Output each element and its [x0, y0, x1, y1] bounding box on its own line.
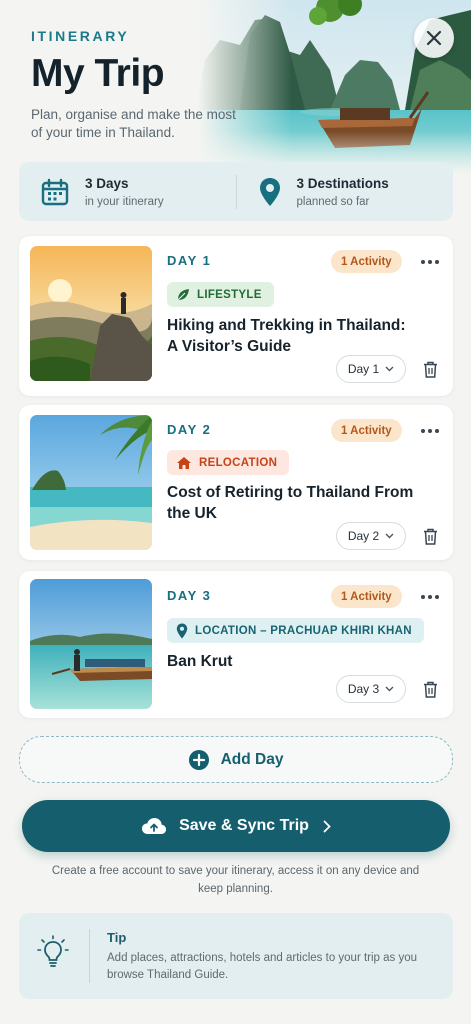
day-card-1[interactable]: DAY 1 1 Activity LIFESTYLE Hiking and Tr… — [19, 236, 453, 396]
more-options-button[interactable] — [420, 423, 440, 439]
category-tag: LIFESTYLE — [167, 282, 274, 307]
cloud-upload-icon — [142, 818, 167, 834]
destinations-stat: 3 Destinations planned so far — [237, 176, 454, 208]
day-2-thumbnail — [30, 415, 152, 550]
activity-count-badge: 1 Activity — [331, 585, 402, 608]
more-horizontal-icon — [421, 260, 439, 264]
day-3-thumbnail — [30, 579, 152, 709]
longtail-boat-photo — [30, 579, 152, 709]
article-title[interactable]: Ban Krut — [167, 651, 417, 672]
activity-count-badge: 1 Activity — [331, 250, 402, 273]
day-label: DAY 3 — [167, 588, 212, 603]
delete-button[interactable] — [421, 679, 439, 699]
lightbulb-icon — [37, 935, 69, 967]
day-label: DAY 1 — [167, 253, 212, 268]
map-pin-icon — [259, 177, 280, 206]
delete-button[interactable] — [421, 359, 439, 379]
article-title[interactable]: Hiking and Trekking in Thailand: A Visit… — [167, 315, 417, 357]
save-note: Create a free account to save your itine… — [51, 865, 420, 895]
add-day-label: Add Day — [220, 750, 284, 768]
more-options-button[interactable] — [420, 254, 440, 270]
day-selector-value: Day 2 — [347, 529, 380, 543]
page-subtitle: Plan, organise and make the most of your… — [31, 107, 236, 140]
activity-count-badge: 1 Activity — [331, 419, 402, 442]
hero-banner: ITINERARY My Trip Plan, organise and mak… — [0, 0, 471, 175]
chevron-down-icon — [385, 533, 394, 539]
days-count: 3 Days — [85, 175, 129, 191]
days-caption: in your itinerary — [85, 195, 164, 208]
day-selector[interactable]: Day 2 — [336, 522, 406, 550]
tip-divider — [89, 929, 90, 983]
page-title: My Trip — [31, 52, 165, 95]
map-pin-icon — [176, 623, 188, 638]
add-day-button[interactable]: Add Day — [19, 736, 453, 783]
destinations-count: 3 Destinations — [296, 175, 389, 191]
trip-summary-bar: 3 Days in your itinerary 3 Destinations … — [19, 162, 453, 221]
leaf-icon — [177, 288, 189, 300]
close-icon — [426, 30, 442, 46]
delete-button[interactable] — [421, 526, 439, 546]
page-eyebrow: ITINERARY — [31, 28, 130, 44]
save-sync-button[interactable]: Save & Sync Trip — [22, 800, 450, 852]
destinations-caption: planned so far — [296, 195, 370, 208]
day-card-3[interactable]: DAY 3 1 Activity LOCATION – PRACHUAP KHI… — [19, 571, 453, 718]
article-title[interactable]: Cost of Retiring to Thailand From the UK — [167, 482, 417, 524]
trash-icon — [423, 681, 437, 698]
chevron-down-icon — [385, 366, 394, 372]
day-label: DAY 2 — [167, 422, 212, 437]
day-selector[interactable]: Day 3 — [336, 675, 406, 703]
tip-title: Tip — [107, 930, 127, 945]
chevron-down-icon — [385, 686, 394, 692]
category-tag-label: RELOCATION — [199, 456, 278, 469]
day-selector-value: Day 1 — [347, 362, 380, 376]
tip-box: Tip Add places, attractions, hotels and … — [19, 913, 453, 999]
close-button[interactable] — [414, 18, 454, 58]
house-icon — [177, 456, 191, 469]
tip-text: Add places, attractions, hotels and arti… — [107, 952, 418, 981]
trash-icon — [423, 528, 437, 545]
more-options-button[interactable] — [420, 589, 440, 605]
category-tag: LOCATION – PRACHUAP KHIRI KHAN — [167, 618, 424, 643]
day-selector-value: Day 3 — [347, 682, 380, 696]
days-stat: 3 Days in your itinerary — [19, 176, 236, 208]
category-tag-label: LOCATION – PRACHUAP KHIRI KHAN — [195, 624, 412, 637]
calendar-icon — [41, 178, 69, 205]
more-horizontal-icon — [421, 595, 439, 599]
chevron-right-icon — [323, 820, 331, 832]
category-tag: RELOCATION — [167, 450, 290, 475]
beach-photo — [30, 415, 152, 550]
plus-circle-icon — [188, 749, 209, 770]
save-sync-label: Save & Sync Trip — [179, 817, 309, 834]
category-tag-label: LIFESTYLE — [197, 288, 262, 301]
more-horizontal-icon — [421, 429, 439, 433]
hiking-photo — [30, 246, 152, 381]
trash-icon — [423, 361, 437, 378]
day-card-2[interactable]: DAY 2 1 Activity RELOCATION Cost of Reti… — [19, 405, 453, 560]
day-selector[interactable]: Day 1 — [336, 355, 406, 383]
day-1-thumbnail — [30, 246, 152, 381]
